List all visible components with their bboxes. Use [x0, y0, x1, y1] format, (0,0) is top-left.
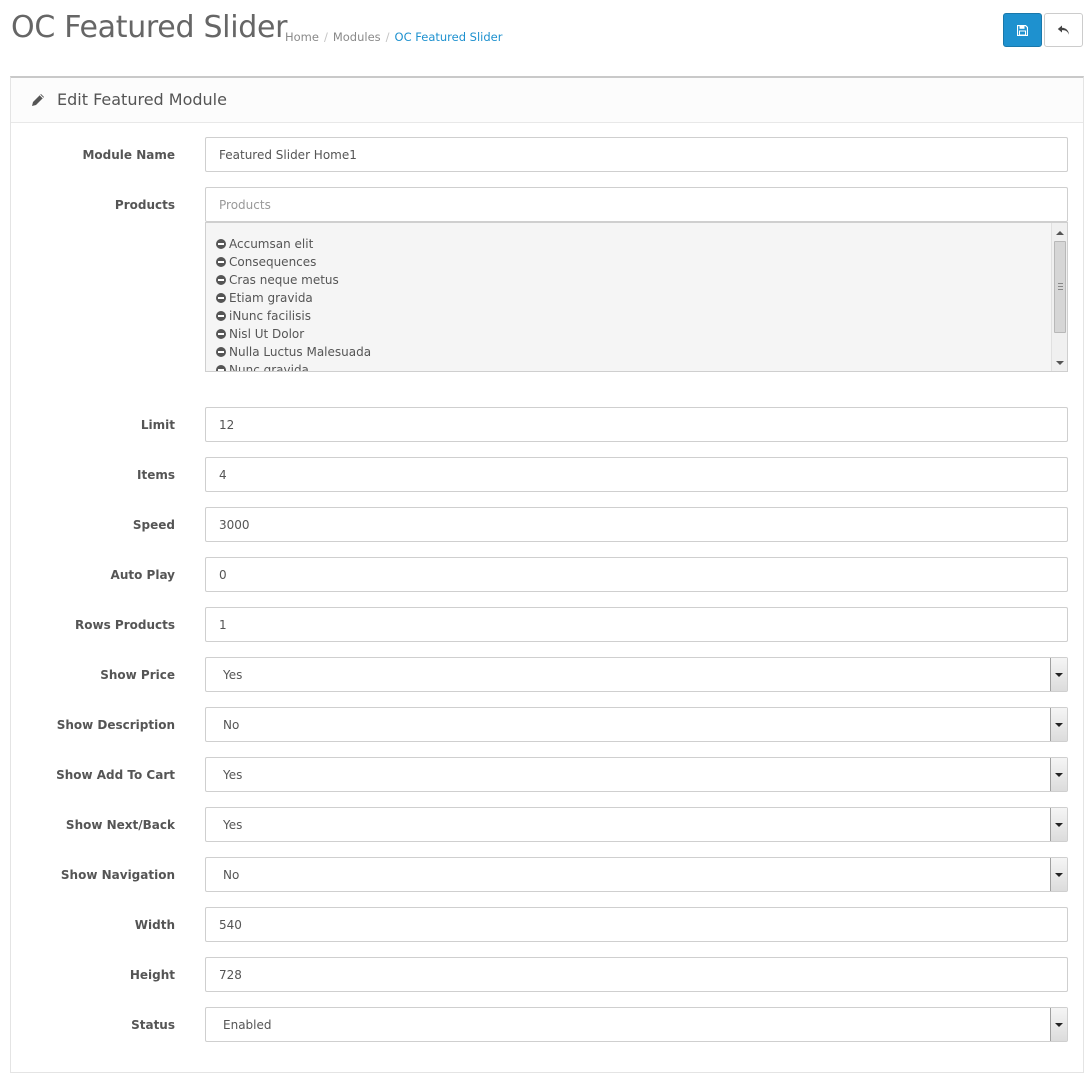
select-value: Yes: [223, 768, 243, 782]
panel-title: Edit Featured Module: [57, 90, 227, 109]
chevron-down-icon: [1055, 772, 1063, 777]
save-button[interactable]: [1003, 13, 1042, 47]
back-button[interactable]: [1044, 13, 1083, 47]
breadcrumb-home[interactable]: Home: [285, 30, 319, 44]
breadcrumb-separator: /: [323, 30, 328, 44]
show-price-label: Show Price: [100, 668, 175, 682]
product-name: Cras neque metus: [229, 273, 339, 287]
list-item: Etiam gravida: [216, 289, 371, 307]
product-name: Nulla Luctus Malesuada: [229, 345, 372, 359]
list-item: iNunc facilisis: [216, 307, 371, 325]
product-name: Etiam gravida: [229, 291, 313, 305]
select-value: No: [223, 868, 240, 882]
status-label: Status: [131, 1018, 175, 1032]
select-value: Enabled: [223, 1018, 272, 1032]
module-name-label: Module Name: [82, 148, 175, 162]
list-item: Nulla Luctus Malesuada: [216, 343, 371, 361]
rows-products-label: Rows Products: [75, 618, 175, 632]
product-name: Nisl Ut Dolor: [229, 327, 305, 341]
list-item: Consequences: [216, 253, 371, 271]
remove-icon[interactable]: [216, 239, 226, 249]
show-add-to-cart-select[interactable]: Yes: [205, 757, 1068, 792]
chevron-down-icon: [1055, 1022, 1063, 1027]
rows-products-input[interactable]: [205, 607, 1068, 642]
status-select[interactable]: Enabled: [205, 1007, 1068, 1042]
auto-play-label: Auto Play: [110, 568, 175, 582]
chevron-down-icon: [1055, 872, 1063, 877]
dropdown-button[interactable]: [1050, 708, 1067, 741]
limit-input[interactable]: [205, 407, 1068, 442]
chevron-down-icon: [1055, 722, 1063, 727]
save-icon: [1017, 24, 1028, 36]
reply-icon: [1057, 25, 1069, 35]
chevron-down-icon: [1055, 672, 1063, 677]
product-name: iNunc facilisis: [229, 309, 311, 323]
remove-icon[interactable]: [216, 257, 226, 267]
products-scrollbar[interactable]: [1051, 223, 1067, 371]
scroll-down-arrow-icon[interactable]: [1056, 361, 1064, 365]
breadcrumb-current[interactable]: OC Featured Slider: [395, 30, 503, 44]
products-list[interactable]: Accumsan elit Consequences Cras neque me…: [205, 222, 1068, 372]
products-list-items: Accumsan elit Consequences Cras neque me…: [216, 235, 371, 372]
dropdown-button[interactable]: [1050, 858, 1067, 891]
width-label: Width: [134, 918, 175, 932]
list-item: Nisl Ut Dolor: [216, 325, 371, 343]
speed-input[interactable]: [205, 507, 1068, 542]
show-description-select[interactable]: No: [205, 707, 1068, 742]
remove-icon[interactable]: [216, 311, 226, 321]
scroll-thumb[interactable]: [1054, 241, 1066, 333]
speed-label: Speed: [132, 518, 175, 532]
page-title: OC Featured Slider: [11, 10, 288, 45]
panel-heading: Edit Featured Module: [11, 78, 1083, 123]
product-name: Nunc gravida: [229, 363, 309, 372]
dropdown-button[interactable]: [1050, 758, 1067, 791]
remove-icon[interactable]: [216, 347, 226, 357]
products-label: Products: [114, 198, 175, 212]
module-name-input[interactable]: [205, 137, 1068, 172]
auto-play-input[interactable]: [205, 557, 1068, 592]
show-navigation-select[interactable]: No: [205, 857, 1068, 892]
items-input[interactable]: [205, 457, 1068, 492]
product-name: Accumsan elit: [229, 237, 314, 251]
chevron-down-icon: [1055, 822, 1063, 827]
dropdown-button[interactable]: [1050, 808, 1067, 841]
pencil-icon: [32, 94, 44, 106]
show-navigation-label: Show Navigation: [60, 868, 175, 882]
breadcrumb: Home / Modules / OC Featured Slider: [285, 30, 502, 44]
dropdown-button[interactable]: [1050, 1008, 1067, 1041]
breadcrumb-separator: /: [385, 30, 390, 44]
show-next-back-label: Show Next/Back: [65, 818, 175, 832]
show-add-to-cart-label: Show Add To Cart: [56, 768, 175, 782]
grip-icon: [1058, 283, 1063, 290]
dropdown-button[interactable]: [1050, 658, 1067, 691]
product-name: Consequences: [229, 255, 317, 269]
select-value: Yes: [223, 668, 243, 682]
items-label: Items: [137, 468, 175, 482]
height-label: Height: [129, 968, 175, 982]
show-description-label: Show Description: [56, 718, 175, 732]
list-item: Nunc gravida: [216, 361, 371, 372]
breadcrumb-modules[interactable]: Modules: [333, 30, 381, 44]
products-input[interactable]: [205, 187, 1068, 222]
page-header: OC Featured Slider Home / Modules / OC Featu…: [0, 0, 1092, 70]
limit-label: Limit: [140, 418, 175, 432]
remove-icon[interactable]: [216, 365, 226, 371]
show-next-back-select[interactable]: Yes: [205, 807, 1068, 842]
remove-icon[interactable]: [216, 293, 226, 303]
width-input[interactable]: [205, 907, 1068, 942]
select-value: No: [223, 718, 240, 732]
scroll-up-arrow-icon[interactable]: [1056, 231, 1064, 235]
show-price-select[interactable]: Yes: [205, 657, 1068, 692]
remove-icon[interactable]: [216, 275, 226, 285]
list-item: Accumsan elit: [216, 235, 371, 253]
list-item: Cras neque metus: [216, 271, 371, 289]
remove-icon[interactable]: [216, 329, 226, 339]
height-input[interactable]: [205, 957, 1068, 992]
select-value: Yes: [223, 818, 243, 832]
